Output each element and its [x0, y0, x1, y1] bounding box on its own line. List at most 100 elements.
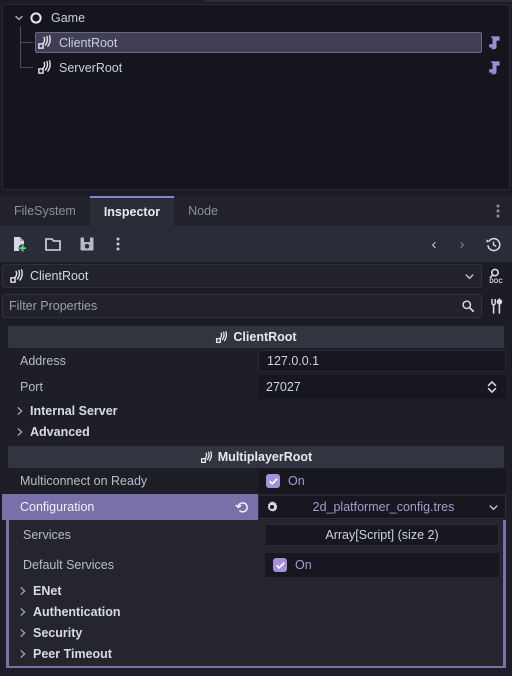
chevron-right-icon[interactable] — [19, 649, 27, 659]
search-input[interactable] — [9, 299, 461, 313]
chevron-right-icon[interactable] — [19, 586, 27, 596]
property-label-text: Configuration — [20, 500, 95, 514]
checkbox-label: On — [295, 558, 312, 572]
property-value[interactable]: 127.0.0.1 — [258, 348, 510, 374]
checkbox-checked-icon[interactable] — [273, 558, 287, 572]
script-icon[interactable] — [487, 60, 503, 76]
group-row-advanced[interactable]: Advanced — [2, 421, 510, 442]
open-documentation-icon[interactable]: DOC — [482, 264, 510, 288]
tree-node-label: Game — [51, 10, 86, 25]
group-label: Peer Timeout — [33, 646, 112, 661]
port-spinbox[interactable]: 27027 — [258, 375, 506, 399]
property-row-default-services[interactable]: Default Services On — [9, 550, 503, 580]
chevron-right-icon[interactable] — [16, 427, 24, 437]
configuration-sub-inspector: Services Array[Script] (size 2) Default … — [6, 520, 506, 668]
tree-row[interactable]: ClientRoot — [3, 26, 509, 55]
tree-node-label: ServerRoot — [59, 60, 123, 75]
group-row-enet[interactable]: ENet — [9, 580, 503, 601]
dock-tab-bar: FileSystem Inspector Node — [0, 196, 512, 226]
save-resource-icon[interactable] — [72, 229, 102, 259]
node2d-icon — [27, 11, 45, 25]
checkbox-label: On — [288, 474, 305, 488]
category-title: MultiplayerRoot — [217, 450, 313, 464]
default-services-checkbox-field[interactable]: On — [265, 553, 499, 577]
property-label: Multiconnect on Ready — [20, 474, 148, 488]
tab-filesystem[interactable]: FileSystem — [0, 196, 90, 226]
filter-row — [0, 292, 512, 320]
chevron-down-icon[interactable] — [11, 13, 27, 23]
address-input[interactable]: 127.0.0.1 — [258, 350, 506, 372]
property-value[interactable]: 2d_platformer_config.tres — [258, 494, 510, 520]
group-label: Security — [33, 625, 83, 640]
group-row-authentication[interactable]: Authentication — [9, 601, 503, 622]
category-header-clientroot: ClientRoot — [8, 326, 504, 348]
inspected-object-row: ClientRoot DOC — [0, 262, 512, 290]
group-row-security[interactable]: Security — [9, 622, 503, 643]
godot-editor-window: Game ClientRoot ServerRoot FileSystem In… — [0, 0, 512, 676]
tree-node-label: ClientRoot — [59, 35, 118, 50]
multiplayer-root-icon — [200, 450, 213, 464]
multiplayer-root-icon — [35, 60, 53, 75]
search-icon[interactable] — [461, 299, 475, 313]
filter-properties-box[interactable] — [2, 294, 482, 318]
inspected-object-name: ClientRoot — [30, 269, 89, 283]
group-row-peer-timeout[interactable]: Peer Timeout — [9, 643, 503, 664]
script-icon[interactable] — [487, 35, 503, 51]
tab-inspector[interactable]: Inspector — [89, 196, 175, 226]
tree-row[interactable]: Game — [3, 5, 509, 30]
property-label-configuration: Configuration — [2, 494, 258, 520]
chevron-right-icon[interactable] — [16, 406, 24, 416]
property-value[interactable]: On — [258, 468, 510, 494]
property-row-port[interactable]: Port 27027 — [2, 374, 510, 400]
tabs-overflow-menu-icon[interactable] — [489, 196, 507, 226]
tree-row[interactable]: ServerRoot — [3, 43, 509, 80]
property-row-services[interactable]: Services Array[Script] (size 2) — [9, 520, 503, 550]
group-label: Advanced — [30, 424, 90, 439]
property-value[interactable]: 27027 — [258, 374, 510, 400]
gear-icon[interactable] — [265, 500, 279, 514]
inspected-object-selector[interactable]: ClientRoot — [2, 264, 482, 288]
top-panel-strip — [205, 0, 512, 2]
group-label: Authentication — [33, 604, 121, 619]
multiplayer-root-icon — [35, 35, 53, 50]
resource-extra-menu-icon[interactable] — [106, 229, 130, 259]
scene-tree-panel[interactable]: Game ClientRoot ServerRoot — [2, 4, 510, 190]
multiplayer-root-icon — [9, 268, 24, 284]
group-row-internal-server[interactable]: Internal Server — [2, 400, 510, 421]
property-row-configuration[interactable]: Configuration 2d_platformer_config.tres — [2, 494, 510, 520]
port-value: 27027 — [266, 380, 301, 394]
configuration-resource-picker[interactable]: 2d_platformer_config.tres — [258, 495, 506, 519]
group-label: Internal Server — [30, 403, 118, 418]
chevron-right-icon[interactable] — [19, 628, 27, 638]
inspector-toolbar: ‹ › — [0, 226, 512, 262]
property-row-multiconnect-on-ready[interactable]: Multiconnect on Ready On — [2, 468, 510, 494]
open-resource-icon[interactable] — [38, 229, 68, 259]
history-icon[interactable] — [478, 229, 508, 259]
checkbox-checked-icon[interactable] — [266, 474, 280, 488]
configuration-resource-name: 2d_platformer_config.tres — [312, 500, 455, 514]
history-forward-button[interactable]: › — [450, 229, 474, 259]
multiconnect-checkbox-field[interactable]: On — [258, 469, 506, 493]
services-array-button[interactable]: Array[Script] (size 2) — [265, 524, 499, 546]
property-label: Address — [20, 354, 66, 368]
chevron-right-icon[interactable] — [19, 607, 27, 617]
multiplayer-root-icon — [215, 330, 228, 344]
chevron-down-icon[interactable] — [464, 271, 475, 282]
revert-icon[interactable] — [235, 500, 250, 515]
category-header-multiplayerroot: MultiplayerRoot — [8, 446, 504, 468]
new-resource-icon[interactable] — [4, 229, 34, 259]
spinbox-updown-icon[interactable] — [480, 379, 498, 395]
history-back-button[interactable]: ‹ — [422, 229, 446, 259]
property-row-address[interactable]: Address 127.0.0.1 — [2, 348, 510, 374]
inspector-property-list[interactable]: ClientRoot Address 127.0.0.1 Port 27027 — [2, 324, 510, 676]
property-value[interactable]: Array[Script] (size 2) — [265, 520, 503, 550]
group-label: ENet — [33, 583, 62, 598]
object-tools-icon[interactable] — [482, 294, 510, 318]
chevron-down-icon[interactable] — [488, 502, 499, 513]
svg-text:DOC: DOC — [489, 279, 503, 285]
tab-node[interactable]: Node — [174, 196, 232, 226]
property-value[interactable]: On — [265, 550, 503, 580]
property-label: Services — [23, 528, 71, 542]
property-label: Port — [20, 380, 43, 394]
category-title: ClientRoot — [233, 330, 297, 344]
